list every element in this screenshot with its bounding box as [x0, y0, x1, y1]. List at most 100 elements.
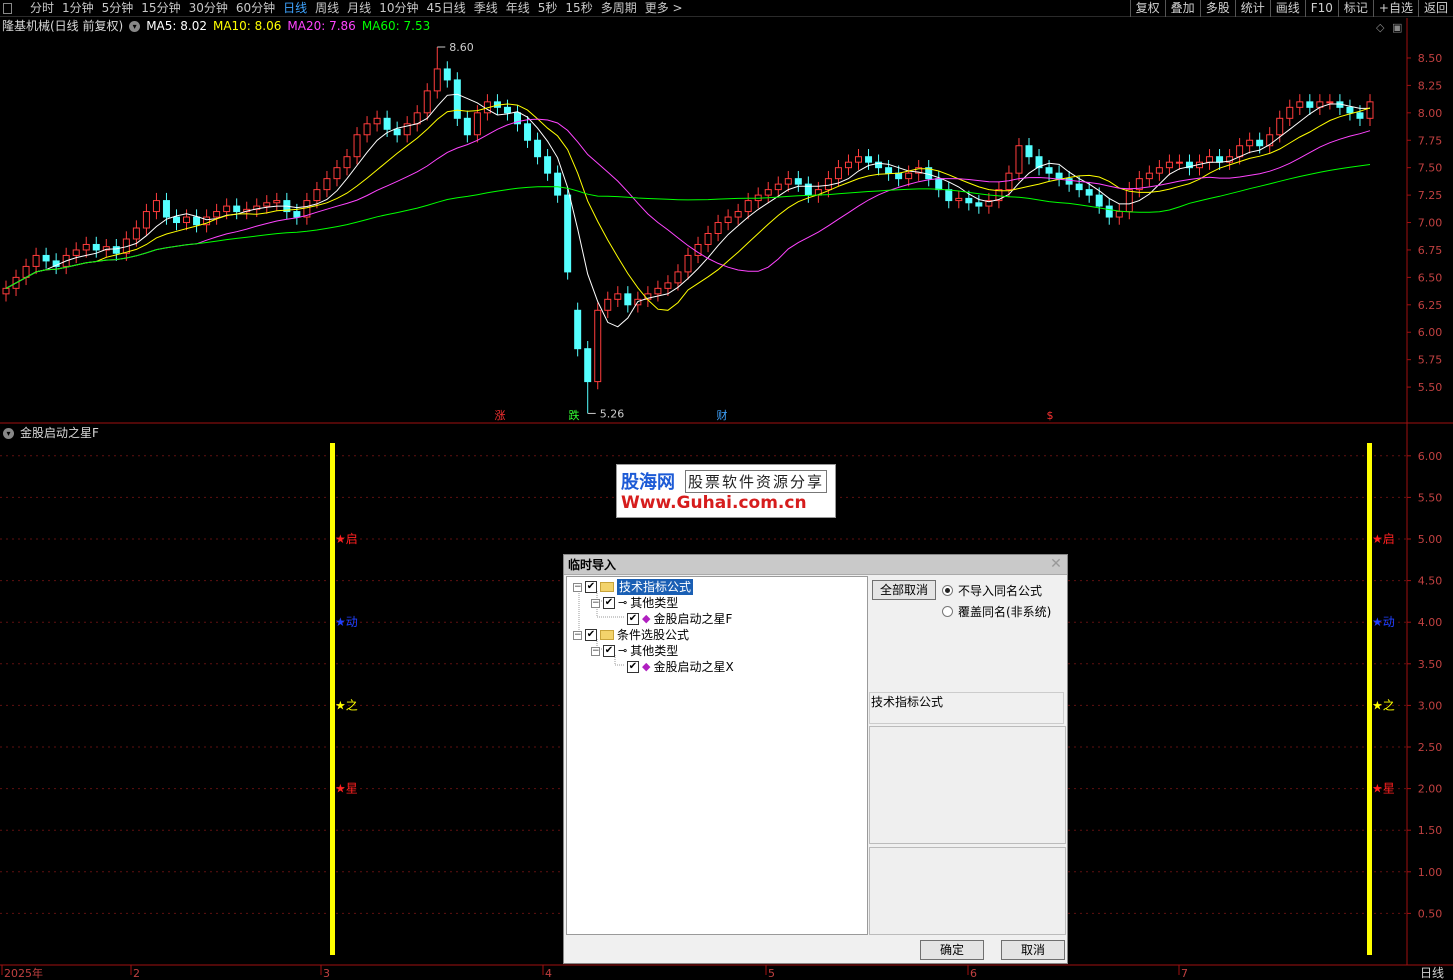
ok-button[interactable]: 确定 [920, 940, 984, 960]
candle-body [1055, 172, 1063, 180]
price-tick-label: 7.75 [1418, 134, 1443, 147]
star-label: ★之 [1372, 698, 1395, 712]
collapse-icon[interactable]: − [591, 598, 600, 608]
close-icon[interactable]: ✕ [1049, 557, 1063, 571]
preview-panel [869, 847, 1066, 935]
price-tick-label: 8.25 [1418, 79, 1443, 92]
indicator-tick-label: 3.50 [1418, 658, 1443, 671]
checkbox[interactable]: ✔ [585, 581, 597, 593]
tree-node-label: 金股启动之星X [653, 660, 734, 674]
checkbox[interactable]: ✔ [585, 629, 597, 641]
star-label: ★动 [335, 615, 358, 629]
candle-body [834, 167, 842, 180]
collapse-icon[interactable]: − [591, 646, 600, 656]
indicator-tick-label: 5.50 [1418, 491, 1443, 504]
candle-body [624, 293, 632, 306]
candle-body [1175, 161, 1183, 164]
period-indicator: 日线 [1420, 966, 1444, 980]
candle-body [1065, 178, 1073, 185]
candle-body [32, 254, 40, 267]
candle-body [774, 183, 782, 191]
candle-body [263, 202, 271, 207]
candle-body [1306, 101, 1314, 108]
watermark-line1: 股海网 [621, 472, 675, 493]
tree-node-label: 其他类型 [630, 596, 679, 610]
collapse-icon[interactable]: − [573, 630, 582, 640]
price-tick-label: 5.75 [1418, 354, 1443, 367]
indicator-tick-label: 1.50 [1418, 824, 1443, 837]
candle-body [965, 197, 973, 204]
tree-node[interactable]: − ✔ ⊸ 其他类型 [591, 643, 678, 659]
candle-body [1246, 139, 1254, 147]
radio-dot-icon[interactable] [942, 585, 953, 596]
radio-no-import[interactable]: 不导入同名公式 [942, 582, 1042, 599]
checkbox[interactable]: ✔ [603, 645, 615, 657]
radio-overwrite[interactable]: 覆盖同名(非系统) [942, 603, 1051, 620]
candle-body [865, 156, 873, 163]
candle-body [323, 178, 331, 191]
candle-body [784, 178, 792, 185]
indicator-tick-label: 1.00 [1418, 866, 1443, 879]
candle-body [1276, 117, 1284, 136]
candle-body [1296, 101, 1304, 108]
candle-body [674, 271, 682, 284]
candle-body [353, 134, 361, 158]
tree-node[interactable]: ✔ ◆ 金股启动之星X [627, 659, 734, 675]
candle-body [473, 112, 481, 136]
formula-tree[interactable]: − ✔ 技术指标公式 − ✔ ⊸ 其他类型 ✔ ◆ 金股启动之星F − ✔ 条件选股公式 − ✔ ⊸ 其他类型 ✔… [566, 576, 868, 935]
candle-body [293, 211, 301, 218]
cancel-all-button[interactable]: 全部取消 [872, 580, 936, 600]
watermark-line1b: 股票软件资源分享 [685, 470, 828, 493]
tree-node[interactable]: − ✔ 技术指标公式 [573, 579, 694, 595]
candle-body [1085, 189, 1093, 196]
candle-body [724, 216, 732, 224]
candle-body [975, 202, 983, 207]
maximize-icon: ▣ [1392, 21, 1402, 34]
candle-body [534, 139, 542, 158]
candle-body [42, 254, 50, 262]
radio-dot-icon[interactable] [942, 606, 953, 617]
star-label: ★启 [335, 532, 358, 546]
tree-node[interactable]: − ✔ 条件选股公式 [573, 627, 689, 643]
candle-body [654, 287, 662, 295]
dialog-titlebar[interactable]: 临时导入 ✕ [564, 555, 1067, 575]
candle-body [142, 211, 150, 229]
tree-node[interactable]: − ✔ ⊸ 其他类型 [591, 595, 678, 611]
description-panel [869, 726, 1066, 844]
candle-body [1326, 101, 1334, 104]
chevron-down-icon[interactable]: ▾ [3, 428, 14, 439]
key-icon: ⊸ [618, 596, 628, 609]
candle-body [183, 216, 191, 224]
candle-body [313, 189, 321, 202]
candle-body [152, 200, 160, 213]
indicator-tick-label: 2.50 [1418, 741, 1443, 754]
checkbox[interactable]: ✔ [627, 613, 639, 625]
candle-body [564, 194, 572, 273]
indicator-title[interactable]: 金股启动之星F [20, 425, 99, 442]
candle-body [1045, 167, 1053, 174]
low-label: 5.26 [600, 407, 625, 420]
checkbox[interactable]: ✔ [627, 661, 639, 673]
app-window: 分时 1分钟 5分钟 15分钟 30分钟 60分钟 日线 周线 月线 10分钟 45日线 季线 年线 5秒… [0, 0, 1453, 980]
tree-node[interactable]: ✔ ◆ 金股启动之星F [627, 611, 732, 627]
price-tick-label: 7.25 [1418, 189, 1443, 202]
candle-body [233, 205, 241, 213]
candle-body [744, 200, 752, 213]
collapse-icon[interactable]: − [573, 582, 582, 592]
indicator-tick-label: 6.00 [1418, 450, 1443, 463]
candle-body [1145, 172, 1153, 180]
candle-body [594, 309, 602, 383]
time-tick-label: 2025年 [4, 966, 43, 980]
candle-body [885, 167, 893, 174]
indicator-header: ▾ 金股启动之星F [0, 425, 99, 442]
candle-body [1356, 112, 1364, 119]
checkbox[interactable]: ✔ [603, 597, 615, 609]
candle-body [1015, 145, 1023, 174]
time-tick-label: 5 [768, 967, 775, 980]
tree-node-label: 金股启动之星F [653, 612, 733, 626]
high-label: 8.60 [449, 41, 474, 54]
candle-body [433, 68, 441, 92]
candle-body [905, 172, 913, 180]
cancel-button[interactable]: 取消 [1001, 940, 1065, 960]
indicator-tick-label: 4.50 [1418, 575, 1443, 588]
